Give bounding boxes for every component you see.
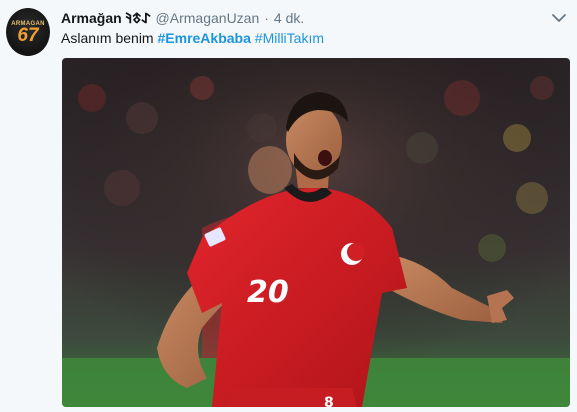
jersey-number: 20 bbox=[247, 275, 289, 310]
hashtag-millitakim[interactable]: #MilliTakım bbox=[255, 30, 324, 46]
display-name[interactable]: Armağan 𐰀𐱃𐰚 bbox=[61, 9, 151, 28]
football-player-photo: 20 8 bbox=[62, 58, 570, 407]
hashtag-text: EmreAkbaba bbox=[165, 30, 251, 46]
chevron-down-icon[interactable] bbox=[551, 10, 567, 26]
tweet-text: Aslanım benim #EmreAkbaba #MilliTakım bbox=[61, 30, 324, 46]
shorts-number: 8 bbox=[324, 395, 334, 407]
tweet-photo[interactable]: 20 8 bbox=[62, 58, 570, 407]
separator-dot: · bbox=[264, 10, 269, 26]
tweet-header: Armağan 𐰀𐱃𐰚 @ArmaganUzan · 4 dk. bbox=[61, 9, 304, 28]
tweet[interactable]: ARMAGAN 67 Armağan 𐰀𐱃𐰚 @ArmaganUzan · 4 … bbox=[0, 0, 577, 412]
avatar[interactable]: ARMAGAN 67 bbox=[6, 8, 50, 56]
avatar-jersey-number: 67 bbox=[17, 25, 39, 46]
hashtag-emreakbaba[interactable]: #EmreAkbaba bbox=[157, 30, 250, 46]
tweet-text-prefix: Aslanım benim bbox=[61, 30, 158, 46]
hashtag-symbol: # bbox=[254, 30, 263, 46]
user-handle[interactable]: @ArmaganUzan bbox=[156, 10, 260, 26]
timestamp[interactable]: 4 dk. bbox=[274, 10, 304, 26]
hashtag-text: MilliTakım bbox=[262, 30, 325, 46]
